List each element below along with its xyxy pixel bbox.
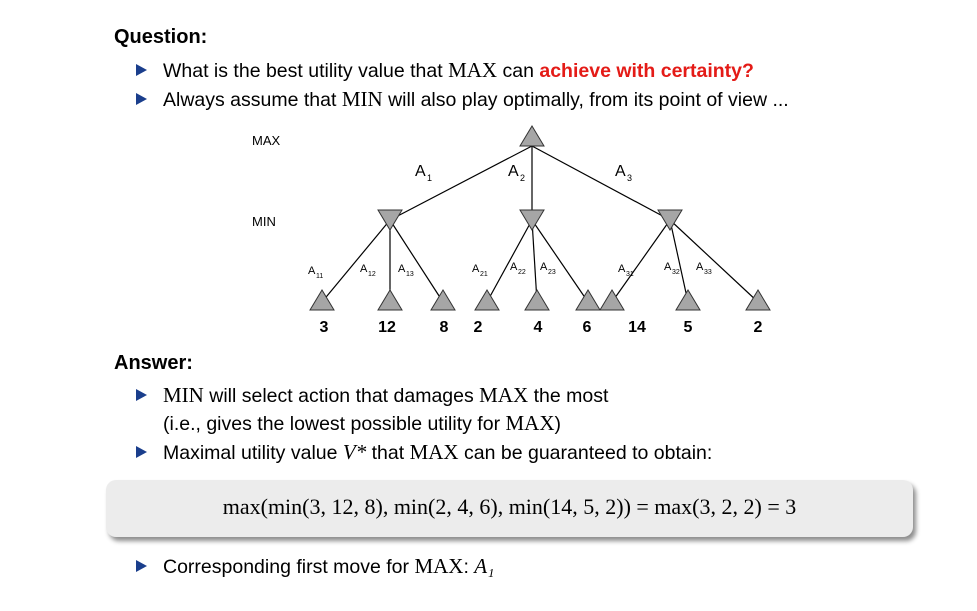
action-subscript: 21 <box>480 271 488 278</box>
action-label: A <box>664 261 672 273</box>
action-label: A <box>510 261 518 273</box>
action-label: A <box>618 263 626 275</box>
action-label: A <box>415 163 426 180</box>
answer-bullet-2: Maximal utility value V* that MAX can be… <box>136 440 713 465</box>
v-star-symbol: V* <box>342 440 367 464</box>
bullet-triangle-icon <box>136 560 147 572</box>
max-symbol: MAX <box>505 411 555 435</box>
action-subscript: 1 <box>427 173 432 183</box>
leaf-value: 8 <box>440 319 449 336</box>
leaf-node <box>474 289 500 311</box>
action-subscript: 33 <box>704 269 712 276</box>
max-symbol: MAX <box>414 554 464 578</box>
action-subscript: 11 <box>316 273 323 280</box>
leaf-node <box>377 289 403 311</box>
action-label: A <box>398 263 406 275</box>
action-subscript: 13 <box>406 271 414 278</box>
action-subscript: 12 <box>368 271 376 278</box>
min-level-label: MIN <box>252 214 276 229</box>
max-level-label: MAX <box>252 133 281 148</box>
action-label: A <box>360 263 368 275</box>
action-subscript: 23 <box>548 269 556 276</box>
text: will select action that damages <box>203 385 480 407</box>
bullet-triangle-icon <box>136 64 147 76</box>
leaf-value: 4 <box>534 319 543 336</box>
action-label: A <box>540 261 548 273</box>
text: ) <box>554 413 562 435</box>
max-node <box>519 125 545 147</box>
leaf-node <box>575 289 601 311</box>
action-subscript: 2 <box>520 173 525 183</box>
min-symbol: MIN <box>163 383 204 407</box>
text: can <box>497 60 540 82</box>
text: : <box>463 556 475 578</box>
formula-box: max(min(3, 12, 8), min(2, 4, 6), min(14,… <box>106 480 913 537</box>
question-heading: Question: <box>114 26 208 48</box>
question-bullet-2: Always assume that MIN will also play op… <box>136 87 789 112</box>
action-label: A <box>696 261 704 273</box>
leaf-value: 14 <box>628 319 646 336</box>
text: Maximal utility value <box>163 442 343 464</box>
bullet-triangle-icon <box>136 446 147 458</box>
leaf-value: 12 <box>378 319 396 336</box>
leaf-node <box>524 289 550 311</box>
text: Always assume that <box>163 89 342 111</box>
answer-bullet-1: MIN will select action that damages MAX … <box>136 383 609 408</box>
text: that <box>366 442 410 464</box>
leaf-value: 2 <box>474 319 483 336</box>
min-node <box>377 209 403 231</box>
text: (i.e., gives the lowest possible utility… <box>163 413 506 435</box>
action-label: A <box>472 263 480 275</box>
action-label: A <box>308 265 316 277</box>
text: What is the best utility value that <box>163 60 449 82</box>
leaf-node <box>745 289 771 311</box>
min-symbol: MIN <box>341 87 383 111</box>
max-symbol: MAX <box>448 58 498 82</box>
text: will also play optimally, from its point… <box>382 89 789 111</box>
action-subscript: 31 <box>626 271 634 278</box>
bullet-triangle-icon <box>136 389 147 401</box>
answer-heading: Answer: <box>114 352 193 374</box>
a1-symbol: A₁ <box>474 554 495 578</box>
minimax-formula: max(min(3, 12, 8), min(2, 4, 6), min(14,… <box>222 494 797 519</box>
bullet-triangle-icon <box>136 93 147 105</box>
text: Corresponding first move for <box>163 556 415 578</box>
action-subscript: 32 <box>672 269 680 276</box>
action-label: A <box>615 163 626 180</box>
leaf-node <box>309 289 335 311</box>
text: can be guaranteed to obtain: <box>458 442 713 464</box>
leaf-value: 5 <box>684 319 693 336</box>
emphasis-text: achieve with certainty? <box>539 60 754 82</box>
leaf-node <box>599 289 625 311</box>
answer-bullet-1-continuation: (i.e., gives the lowest possible utility… <box>163 411 561 436</box>
leaf-node <box>675 289 701 311</box>
leaf-value: 3 <box>320 319 329 336</box>
leaf-value: 2 <box>754 319 763 336</box>
leaf-value: 6 <box>583 319 592 336</box>
max-symbol: MAX <box>409 440 459 464</box>
action-label: A <box>508 163 519 180</box>
leaf-node <box>430 289 456 311</box>
minimax-game-tree: MAX MIN A 1 A 2 A 3 A 11 A 12 A 13 A 21 A 22 … <box>252 125 771 336</box>
question-bullet-1: What is the best utility value that MAX … <box>136 58 754 83</box>
action-subscript: 22 <box>518 269 526 276</box>
text: the most <box>528 385 609 407</box>
answer-bullet-3: Corresponding first move for MAX: A₁ <box>136 554 495 579</box>
max-symbol: MAX <box>479 383 529 407</box>
min-node <box>519 209 545 231</box>
min-node <box>657 209 683 231</box>
action-subscript: 3 <box>627 173 632 183</box>
